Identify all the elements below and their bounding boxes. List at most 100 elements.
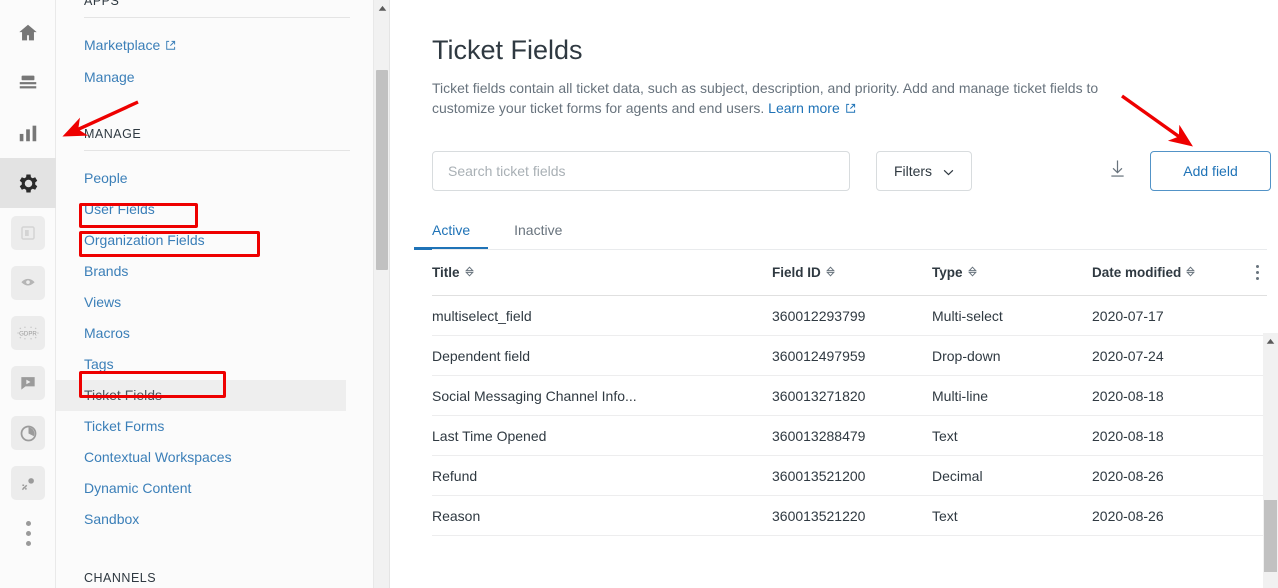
sort-icon xyxy=(1186,265,1196,280)
rail-item-app-card[interactable] xyxy=(0,208,56,258)
page-description: Ticket fields contain all ticket data, s… xyxy=(432,78,1122,119)
table-row[interactable]: Last Time Opened 360013288479 Text 2020-… xyxy=(432,416,1267,456)
nav-item-user-fields[interactable]: User Fields xyxy=(56,194,374,225)
table-row[interactable]: Reason 360013521220 Text 2020-08-26 xyxy=(432,496,1267,536)
nav-heading-apps: APPS xyxy=(84,0,120,8)
nav-item-dynamic-content[interactable]: Dynamic Content xyxy=(56,473,374,504)
nav-heading-manage: MANAGE xyxy=(84,127,142,141)
column-header-label: Type xyxy=(932,265,963,280)
learn-more-link[interactable]: Learn more xyxy=(768,100,840,116)
nav-item-label: Sandbox xyxy=(84,511,140,527)
external-link-icon xyxy=(845,99,856,119)
cell-field-id: 360012497959 xyxy=(772,347,866,364)
cell-title: Last Time Opened xyxy=(432,427,547,444)
cell-type: Multi-line xyxy=(932,387,989,404)
sidebar-scrollbar-thumb[interactable] xyxy=(376,70,388,270)
nav-item-tags[interactable]: Tags xyxy=(56,349,374,380)
home-icon xyxy=(17,22,39,44)
tabs: Active Inactive xyxy=(413,222,1267,250)
nav-item-label: People xyxy=(84,170,128,186)
table-row[interactable]: Dependent field 360012497959 Drop-down 2… xyxy=(432,336,1267,376)
nav-item-ticket-forms[interactable]: Ticket Forms xyxy=(56,411,374,442)
rail-item-globe[interactable] xyxy=(0,408,56,458)
column-header-date-modified[interactable]: Date modified xyxy=(1092,265,1238,280)
download-icon xyxy=(1109,159,1126,183)
cell-title: Reason xyxy=(432,507,481,524)
cell-date-modified: 2020-07-24 xyxy=(1092,347,1164,364)
left-icon-rail: GDPR xyxy=(0,0,56,588)
cell-date-modified: 2020-08-18 xyxy=(1092,387,1164,404)
table-options-menu[interactable] xyxy=(1238,261,1267,284)
nav-heading-channels: CHANNELS xyxy=(84,571,157,585)
nav-item-marketplace[interactable]: Marketplace xyxy=(56,30,374,62)
chevron-down-icon xyxy=(943,163,954,179)
page-description-text: Ticket fields contain all ticket data, s… xyxy=(432,80,1099,116)
tabs-container: Active Inactive xyxy=(413,222,1267,250)
cell-date-modified: 2020-07-17 xyxy=(1092,307,1164,324)
nav-item-sandbox[interactable]: Sandbox xyxy=(56,504,374,535)
filters-label: Filters xyxy=(893,163,933,179)
nav-item-label: Ticket Forms xyxy=(84,418,165,434)
rail-item-reporting[interactable] xyxy=(0,108,56,158)
tab-active[interactable]: Active xyxy=(413,222,489,250)
kebab-menu-icon[interactable] xyxy=(1252,261,1263,284)
rail-item-gdpr[interactable]: GDPR xyxy=(0,308,56,358)
external-link-icon xyxy=(165,38,176,55)
nav-item-label: Organization Fields xyxy=(84,232,205,248)
nav-item-brands[interactable]: Brands xyxy=(56,256,374,287)
cell-field-id: 360012293799 xyxy=(772,307,866,324)
nav-item-manage-apps[interactable]: Manage xyxy=(56,62,374,93)
scroll-up-arrow-icon[interactable] xyxy=(374,0,389,17)
table-row[interactable]: Social Messaging Channel Info... 3600132… xyxy=(432,376,1267,416)
bar-chart-icon xyxy=(17,122,39,144)
filters-button[interactable]: Filters xyxy=(876,151,972,191)
table-scrollbar[interactable] xyxy=(1263,333,1278,588)
page-title: Ticket Fields xyxy=(432,35,583,65)
nav-item-macros[interactable]: Macros xyxy=(56,318,374,349)
sort-icon xyxy=(464,265,474,280)
zendesk-admin-page: GDPR APPS Marketplace Manage MANAGE Peop… xyxy=(0,0,1278,588)
nav-item-people[interactable]: People xyxy=(56,163,374,194)
rail-item-more[interactable] xyxy=(0,508,56,558)
sidebar-scrollbar[interactable] xyxy=(373,0,389,588)
nav-item-label: Brands xyxy=(84,263,129,279)
cell-type: Multi-select xyxy=(932,307,1003,324)
search-field-wrapper[interactable] xyxy=(432,151,850,191)
table-row[interactable]: multiselect_field 360012293799 Multi-sel… xyxy=(432,296,1267,336)
rail-item-eye[interactable] xyxy=(0,258,56,308)
add-field-button[interactable]: Add field xyxy=(1150,151,1271,191)
scroll-up-arrow-icon[interactable] xyxy=(1263,333,1278,349)
main-content: Ticket Fields Ticket fields contain all … xyxy=(390,0,1278,588)
rail-item-spark[interactable] xyxy=(0,458,56,508)
cell-type: Drop-down xyxy=(932,347,1001,364)
rail-item-admin[interactable] xyxy=(0,158,56,208)
nav-item-label: Marketplace xyxy=(84,37,161,53)
tab-inactive[interactable]: Inactive xyxy=(514,222,562,250)
nav-item-views[interactable]: Views xyxy=(56,287,374,318)
cell-type: Text xyxy=(932,427,958,444)
gear-icon xyxy=(16,171,41,196)
chat-icon xyxy=(11,366,45,400)
table-row[interactable]: Refund 360013521200 Decimal 2020-08-26 xyxy=(432,456,1267,496)
rail-item-home[interactable] xyxy=(0,8,56,58)
search-input[interactable] xyxy=(446,162,836,180)
app-card-icon xyxy=(11,216,45,250)
nav-item-ticket-fields[interactable]: Ticket Fields xyxy=(56,380,346,411)
settings-nav-panel: APPS Marketplace Manage MANAGE People Us… xyxy=(56,0,390,588)
column-header-title[interactable]: Title xyxy=(432,265,772,280)
sort-icon xyxy=(967,265,977,280)
rail-item-chat[interactable] xyxy=(0,358,56,408)
export-download-button[interactable] xyxy=(1102,156,1132,186)
column-header-field-id[interactable]: Field ID xyxy=(772,265,932,280)
cell-field-id: 360013521200 xyxy=(772,467,866,484)
table-scrollbar-thumb[interactable] xyxy=(1264,500,1277,572)
spark-icon xyxy=(11,466,45,500)
column-header-type[interactable]: Type xyxy=(932,265,1092,280)
nav-item-contextual-workspaces[interactable]: Contextual Workspaces xyxy=(56,442,374,473)
nav-item-organization-fields[interactable]: Organization Fields xyxy=(56,225,374,256)
nav-item-label: Macros xyxy=(84,325,130,341)
column-header-label: Field ID xyxy=(772,265,821,280)
nav-item-label: Contextual Workspaces xyxy=(84,449,232,465)
table-toolbar: Filters Add field xyxy=(432,151,1278,191)
rail-item-views[interactable] xyxy=(0,58,56,108)
